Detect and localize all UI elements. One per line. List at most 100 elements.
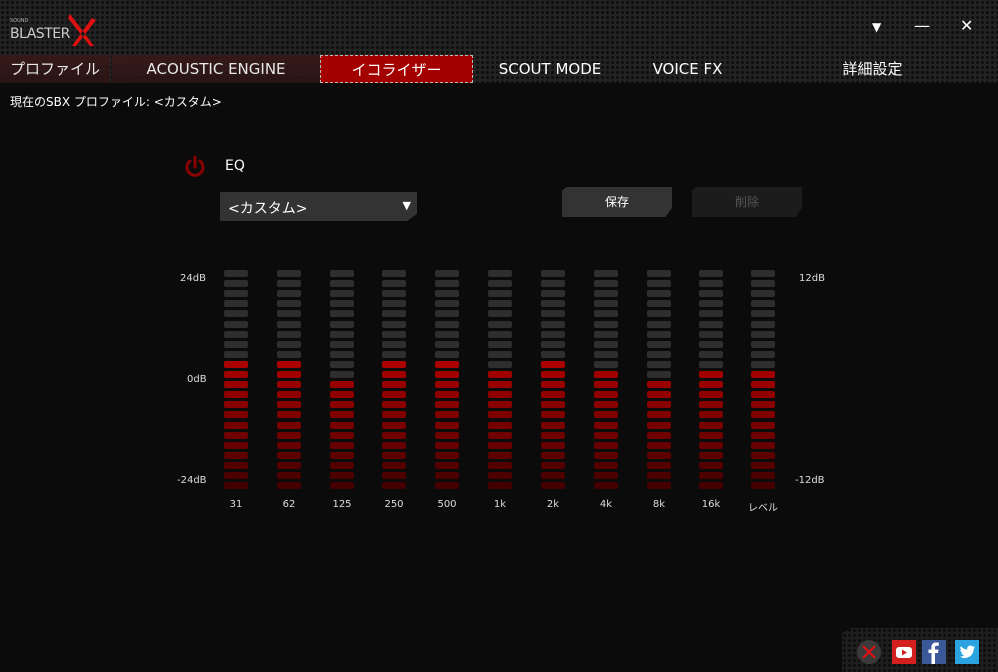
power-icon[interactable] xyxy=(183,155,207,179)
eq-segment xyxy=(751,270,775,277)
eq-segment xyxy=(541,320,565,328)
eq-segment xyxy=(594,381,618,389)
tab-label: 詳細設定 xyxy=(842,60,903,78)
eq-segment xyxy=(435,441,459,449)
eq-segment xyxy=(488,401,512,409)
eq-segment xyxy=(435,320,459,328)
menu-dropdown-button[interactable]: ▼ xyxy=(872,20,881,34)
eq-segment xyxy=(330,441,354,449)
eq-segment xyxy=(277,371,301,378)
eq-segment xyxy=(594,330,618,338)
left-axis-tick: 24dB xyxy=(180,273,206,284)
eq-segment xyxy=(382,381,406,389)
eq-segment xyxy=(382,371,406,378)
eq-segment xyxy=(751,411,775,419)
eq-segment xyxy=(647,391,671,399)
creative-icon[interactable] xyxy=(857,640,881,664)
eq-segment xyxy=(382,320,406,328)
eq-segment xyxy=(382,401,406,409)
eq-segment xyxy=(647,461,671,469)
eq-segment xyxy=(751,290,775,298)
eq-segment xyxy=(751,391,775,399)
eq-segment xyxy=(382,431,406,439)
tab-advanced-settings[interactable]: 詳細設定 xyxy=(820,55,925,83)
eq-segment xyxy=(647,330,671,338)
eq-segment xyxy=(277,300,301,308)
eq-segment xyxy=(488,371,512,378)
eq-segment xyxy=(699,401,723,409)
eq-segment xyxy=(751,441,775,449)
tab-acoustic-engine[interactable]: ACOUSTIC ENGINE xyxy=(112,55,320,83)
eq-segment xyxy=(277,340,301,348)
eq-segment xyxy=(330,320,354,328)
eq-segment xyxy=(277,451,301,459)
eq-segment xyxy=(330,391,354,399)
eq-segment xyxy=(751,381,775,389)
eq-segment xyxy=(699,270,723,277)
eq-segment xyxy=(751,451,775,459)
eq-segment xyxy=(488,310,512,318)
delete-button[interactable]: 削除 xyxy=(692,187,802,217)
save-button[interactable]: 保存 xyxy=(562,187,672,217)
eq-segment xyxy=(224,461,248,469)
eq-segment xyxy=(594,280,618,288)
eq-segment xyxy=(647,381,671,389)
eq-segment xyxy=(541,290,565,298)
eq-segment xyxy=(488,441,512,449)
eq-segment xyxy=(435,360,459,368)
tab-label: プロファイル xyxy=(9,60,100,78)
eq-segment xyxy=(541,421,565,429)
eq-segment xyxy=(488,320,512,328)
frequency-label: 500 xyxy=(437,499,457,510)
eq-segment xyxy=(224,441,248,449)
eq-segment xyxy=(699,451,723,459)
eq-segment xyxy=(488,340,512,348)
tab-profile[interactable]: プロファイル xyxy=(0,55,110,83)
close-button[interactable]: ✕ xyxy=(960,16,973,35)
eq-segment xyxy=(541,381,565,389)
tab-scout-mode[interactable]: SCOUT MODE xyxy=(480,55,620,83)
eq-segment xyxy=(488,472,512,479)
eq-segment xyxy=(382,340,406,348)
eq-segment xyxy=(488,330,512,338)
eq-segment xyxy=(330,381,354,389)
eq-segment xyxy=(699,330,723,338)
twitter-icon[interactable] xyxy=(955,640,979,664)
eq-segment xyxy=(435,270,459,277)
frequency-label: 16k xyxy=(701,499,721,510)
eq-segment xyxy=(330,340,354,348)
eq-segment xyxy=(277,310,301,318)
eq-segment xyxy=(330,411,354,419)
eq-segment xyxy=(435,280,459,288)
eq-segment xyxy=(330,461,354,469)
eq-segment xyxy=(488,391,512,399)
eq-segment xyxy=(277,320,301,328)
eq-segment xyxy=(541,371,565,378)
eq-segment xyxy=(594,401,618,409)
eq-segment xyxy=(277,411,301,419)
eq-segment xyxy=(594,451,618,459)
tab-voice-fx[interactable]: VOICE FX xyxy=(630,55,745,83)
eq-segment xyxy=(488,381,512,389)
eq-segment xyxy=(277,391,301,399)
eq-segment xyxy=(699,421,723,429)
eq-segment xyxy=(330,472,354,479)
frequency-label: 250 xyxy=(384,499,404,510)
eq-segment xyxy=(647,421,671,429)
eq-segment xyxy=(594,270,618,277)
eq-segment xyxy=(435,461,459,469)
eq-segment xyxy=(382,391,406,399)
eq-segment xyxy=(699,310,723,318)
frequency-label: レベル xyxy=(748,503,778,514)
social-bar xyxy=(842,628,998,672)
minimize-button[interactable]: — xyxy=(914,16,930,35)
eq-segment xyxy=(382,350,406,358)
facebook-icon[interactable] xyxy=(922,640,946,664)
tab-equalizer[interactable]: イコライザー xyxy=(320,55,473,83)
eq-preset-dropdown[interactable]: <カスタム> ▼ xyxy=(220,192,417,221)
youtube-icon[interactable] xyxy=(892,640,916,664)
eq-segment xyxy=(751,421,775,429)
eq-segment xyxy=(382,461,406,469)
eq-segment xyxy=(699,290,723,298)
eq-segment xyxy=(541,350,565,358)
